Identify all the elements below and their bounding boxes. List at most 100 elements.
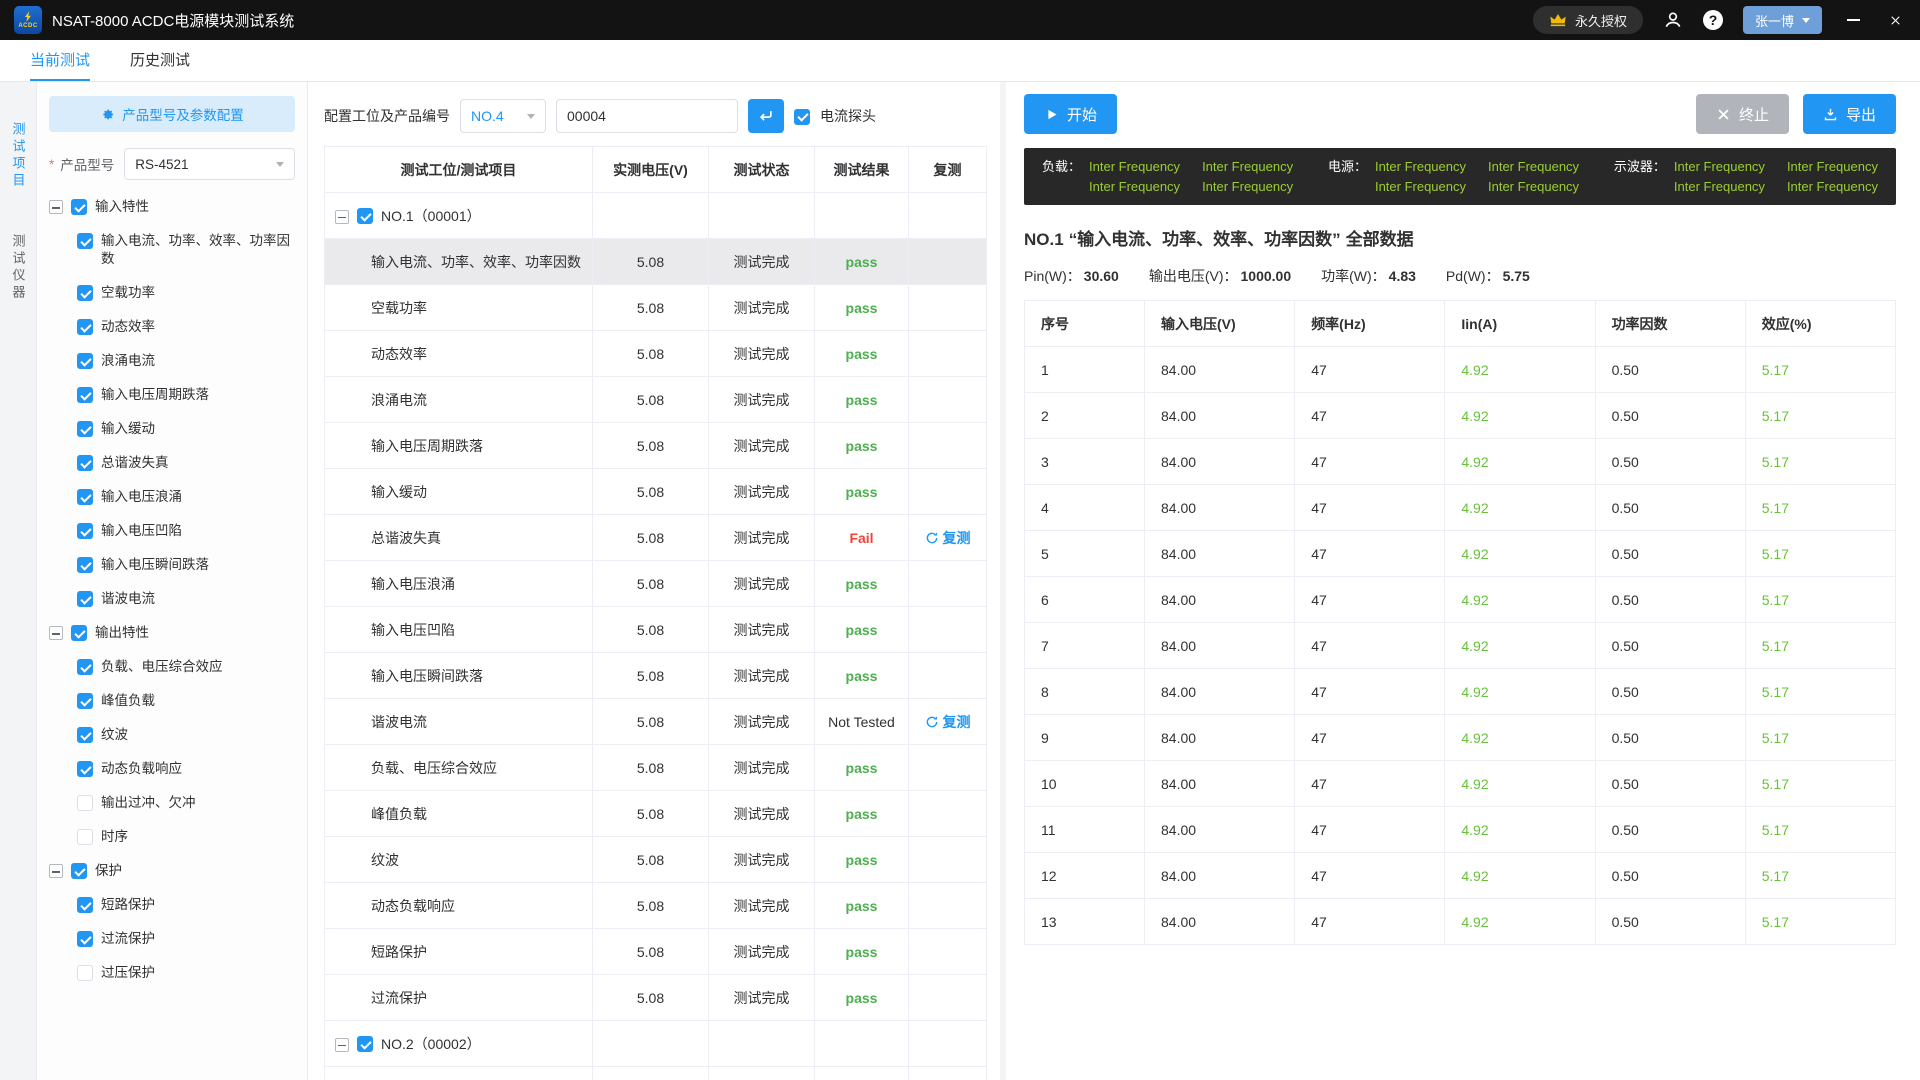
tree-item[interactable]: 浪涌电流 [49, 344, 295, 378]
tree-item[interactable]: 空载功率 [49, 276, 295, 310]
test-row[interactable]: 输入电压凹陷5.08测试完成pass [325, 607, 987, 653]
tree-item[interactable]: 峰值负载 [49, 684, 295, 718]
test-row[interactable]: 纹波5.08测试完成pass [325, 837, 987, 883]
tree-item[interactable]: 过压保护 [49, 956, 295, 990]
tree-group[interactable]: 输出特性 [49, 616, 295, 650]
close-button[interactable] [1884, 9, 1906, 31]
instrument-status: Inter Frequency [1202, 177, 1293, 196]
test-result: pass [815, 791, 909, 837]
collapse-icon[interactable] [49, 626, 63, 640]
tree-item-label: 纹波 [101, 726, 295, 744]
test-row[interactable]: 输入电压瞬间跌落5.08测试完成pass [325, 653, 987, 699]
test-row[interactable]: 输入电压周期跌落5.08测试完成pass [325, 423, 987, 469]
test-item-name: 输入电压浪涌 [325, 561, 593, 607]
user-menu-button[interactable]: 张一博 [1743, 6, 1822, 34]
tree-item[interactable]: 输入电压瞬间跌落 [49, 548, 295, 582]
start-button[interactable]: 开始 [1024, 94, 1117, 134]
retest-button[interactable]: 复测 [925, 712, 971, 732]
tab-history-test[interactable]: 历史测试 [130, 40, 190, 81]
checkbox[interactable] [71, 863, 87, 879]
checkbox[interactable] [77, 829, 93, 845]
test-row[interactable]: 输入电流、功率、效率、功率因数5.08测试完成pass [325, 239, 987, 285]
collapse-icon[interactable] [335, 1038, 349, 1052]
checkbox[interactable] [357, 1036, 373, 1052]
checkbox[interactable] [77, 727, 93, 743]
product-code-input[interactable] [556, 99, 738, 133]
tree-group[interactable]: 保护 [49, 854, 295, 888]
tree-item[interactable]: 输入电压凹陷 [49, 514, 295, 548]
test-row[interactable]: 过流保护5.08测试完成pass [325, 975, 987, 1021]
tree-item[interactable]: 总谐波失真 [49, 446, 295, 480]
tree-item[interactable]: 动态负载响应 [49, 752, 295, 786]
checkbox[interactable] [77, 693, 93, 709]
test-row[interactable]: 动态负载响应5.08测试完成pass [325, 883, 987, 929]
tree-item[interactable]: 输入电流、功率、效率、功率因数 [49, 224, 295, 276]
tree-item[interactable]: 谐波电流 [49, 582, 295, 616]
product-model-select[interactable]: RS-4521 [124, 148, 295, 180]
current-probe-checkbox[interactable] [794, 109, 810, 125]
tree-item[interactable]: 纹波 [49, 718, 295, 752]
tree-item[interactable]: 输入电压浪涌 [49, 480, 295, 514]
checkbox[interactable] [77, 591, 93, 607]
test-panel[interactable]: 配置工位及产品编号 NO.4 电流探头 测试工位/测试项目 实测电压(V) 测试… [308, 82, 1000, 1080]
checkbox[interactable] [71, 625, 87, 641]
checkbox[interactable] [77, 285, 93, 301]
license-label: 永久授权 [1575, 11, 1627, 30]
tree-item[interactable]: 负载、电压综合效应 [49, 650, 295, 684]
tree-group[interactable]: 输入特性 [49, 190, 295, 224]
retest-button[interactable]: 复测 [925, 528, 971, 548]
export-button[interactable]: 导出 [1803, 94, 1896, 134]
nav-test-instruments[interactable]: 测试仪器 [9, 234, 28, 302]
collapse-icon[interactable] [49, 200, 63, 214]
help-icon[interactable]: ? [1703, 10, 1723, 30]
collapse-icon[interactable] [49, 864, 63, 878]
tree-item[interactable]: 输出过冲、欠冲 [49, 786, 295, 820]
test-row[interactable]: 输入缓动5.08测试完成pass [325, 469, 987, 515]
checkbox[interactable] [77, 387, 93, 403]
apply-code-button[interactable] [748, 99, 784, 133]
tree-item[interactable]: 短路保护 [49, 888, 295, 922]
checkbox[interactable] [77, 897, 93, 913]
station-select[interactable]: NO.4 [460, 99, 546, 133]
stop-button[interactable]: 终止 [1696, 94, 1789, 134]
test-row[interactable]: 短路保护5.08测试完成pass [325, 929, 987, 975]
tree-item[interactable]: 过流保护 [49, 922, 295, 956]
test-row[interactable]: 谐波电流5.08测试完成Not Tested复测 [325, 699, 987, 745]
checkbox[interactable] [77, 319, 93, 335]
instrument-status: Inter Frequency [1674, 177, 1765, 196]
checkbox[interactable] [71, 199, 87, 215]
tree-item[interactable]: 输入电压周期跌落 [49, 378, 295, 412]
test-row[interactable]: 空载功率5.08测试完成pass [325, 285, 987, 331]
tab-current-test[interactable]: 当前测试 [30, 40, 90, 81]
minimize-button[interactable] [1842, 9, 1864, 31]
test-row[interactable]: 浪涌电流5.08测试完成pass [325, 377, 987, 423]
checkbox[interactable] [77, 931, 93, 947]
checkbox[interactable] [77, 233, 93, 249]
test-item-name: 短路保护 [325, 929, 593, 975]
test-row[interactable]: 总谐波失真5.08测试完成Fail复测 [325, 515, 987, 561]
product-config-button[interactable]: 产品型号及参数配置 [49, 96, 295, 132]
checkbox[interactable] [357, 208, 373, 224]
test-result: pass [815, 285, 909, 331]
checkbox[interactable] [77, 353, 93, 369]
test-row[interactable]: 负载、电压综合效应5.08测试完成pass [325, 745, 987, 791]
checkbox[interactable] [77, 421, 93, 437]
checkbox[interactable] [77, 523, 93, 539]
nav-test-items[interactable]: 测试项目 [9, 122, 28, 190]
test-row[interactable]: 输入电压浪涌5.08测试完成pass [325, 561, 987, 607]
checkbox[interactable] [77, 557, 93, 573]
checkbox[interactable] [77, 761, 93, 777]
checkbox[interactable] [77, 489, 93, 505]
tree-item[interactable]: 动态效率 [49, 310, 295, 344]
collapse-icon[interactable] [335, 210, 349, 224]
test-row[interactable]: 峰值负载5.08测试完成pass [325, 791, 987, 837]
tree-item[interactable]: 输入缓动 [49, 412, 295, 446]
checkbox[interactable] [77, 455, 93, 471]
account-icon[interactable] [1663, 10, 1683, 30]
test-row[interactable]: 动态效率5.08测试完成pass [325, 331, 987, 377]
checkbox[interactable] [77, 795, 93, 811]
test-status: 测试完成 [709, 929, 815, 975]
checkbox[interactable] [77, 659, 93, 675]
tree-item[interactable]: 时序 [49, 820, 295, 854]
checkbox[interactable] [77, 965, 93, 981]
